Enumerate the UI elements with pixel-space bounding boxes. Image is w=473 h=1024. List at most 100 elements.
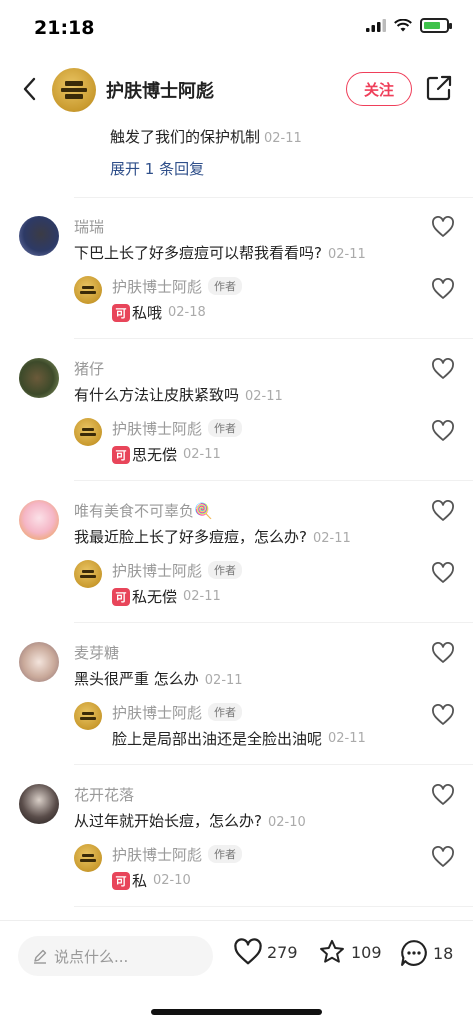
comment-date: 02-10 [267,815,306,830]
like-button[interactable]: 279 [233,938,298,966]
comment-date: 02-11 [312,531,351,546]
emoji-icon: 可 [112,871,130,890]
heart-icon[interactable] [431,704,455,726]
comment-text[interactable]: 我最近脸上长了好多痘痘，怎么办? 02-11 [74,526,351,547]
reply-content: 私无偿 [132,588,178,606]
comment-username[interactable]: 猪仔 [74,358,104,379]
author-reply-avatar[interactable] [74,702,102,730]
battery-icon [420,18,452,33]
comment-text[interactable]: 下巴上长了好多痘痘可以帮我看看吗? 02-11 [74,242,366,263]
comment-username[interactable]: 瑞瑞 [74,216,104,237]
reply-username[interactable]: 护肤博士阿彪 作者 [112,560,243,581]
home-indicator[interactable] [151,1009,322,1015]
status-bar: 21:18 [0,0,473,58]
emoji-icon: 可 [112,303,130,322]
reply-content: 思无偿 [132,446,178,464]
reply-username[interactable]: 护肤博士阿彪 作者 [112,418,243,439]
author-reply-avatar[interactable] [74,276,102,304]
comment-username[interactable]: 麦芽糖 [74,642,119,663]
heart-icon[interactable] [431,562,455,584]
user-avatar[interactable] [19,784,59,824]
reply-date: 02-11 [183,589,221,604]
like-count: 279 [267,942,298,962]
heart-icon[interactable] [431,784,455,806]
author-tag: 作者 [208,277,243,295]
divider [74,622,473,623]
back-button[interactable] [14,72,44,106]
comment-count: 18 [433,943,454,963]
comment-input-placeholder: 说点什么... [54,947,129,966]
comment-content: 黑头很严重 怎么办 [74,670,199,688]
reply-text[interactable]: 可私无偿 02-11 [112,586,221,607]
previous-reply-content: 触发了我们的保护机制 [110,128,261,146]
comment-button[interactable]: 18 [399,938,453,968]
comment-input[interactable]: 说点什么... [18,936,213,976]
heart-icon[interactable] [431,500,455,522]
heart-icon[interactable] [431,420,455,442]
author-name[interactable]: 护肤博士阿彪 [106,77,214,103]
comment-bubble-icon [401,940,427,966]
heart-icon[interactable] [431,358,455,380]
heart-icon[interactable] [431,216,455,238]
reply-username-text: 护肤博士阿彪 [112,704,203,722]
reply-content: 私 [132,872,148,890]
comment-date: 02-11 [245,389,283,404]
emoji-icon: 可 [112,445,130,464]
divider [74,764,473,765]
comment-text[interactable]: 有什么方法让皮肤紧致吗 02-11 [74,384,283,405]
reply-text[interactable]: 可思无偿 02-11 [112,444,221,465]
reply-text[interactable]: 脸上是局部出油还是全脸出油呢 02-11 [112,728,366,749]
comment-username[interactable]: 花开花落 [74,784,134,805]
comment-text[interactable]: 从过年就开始长痘，怎么办? 02-10 [74,810,306,831]
status-time: 21:18 [34,17,95,39]
author-tag: 作者 [208,845,243,863]
comment-date: 02-11 [327,247,366,262]
expand-replies-link[interactable]: 展开 1 条回复 [110,158,204,179]
comment-content: 我最近脸上长了好多痘痘，怎么办? [74,528,307,546]
author-avatar[interactable] [52,68,96,112]
reply-username-text: 护肤博士阿彪 [112,278,203,296]
user-avatar[interactable] [19,500,59,540]
heart-icon[interactable] [431,642,455,664]
user-avatar[interactable] [19,642,59,682]
reply-date: 02-18 [168,305,206,320]
reply-text[interactable]: 可私 02-10 [112,870,191,891]
reply-date: 02-11 [328,731,366,746]
author-tag: 作者 [208,419,243,437]
reply-content: 脸上是局部出油还是全脸出油呢 [112,730,323,748]
reply-username[interactable]: 护肤博士阿彪 作者 [112,276,243,297]
heart-icon[interactable] [431,846,455,868]
heart-icon [234,938,262,965]
reply-date: 02-11 [183,447,221,462]
author-tag: 作者 [208,703,243,721]
reply-text[interactable]: 可私哦 02-18 [112,302,206,323]
divider [74,338,473,339]
star-icon [320,939,344,963]
favorite-button[interactable]: 109 [317,938,382,966]
comment-date: 02-11 [204,673,243,688]
follow-button[interactable]: 关注 [346,72,412,106]
comment-content: 从过年就开始长痘，怎么办? [74,812,262,830]
author-reply-avatar[interactable] [74,418,102,446]
author-reply-avatar[interactable] [74,844,102,872]
share-icon[interactable] [425,74,453,102]
reply-username[interactable]: 护肤博士阿彪 作者 [112,844,243,865]
comment-username[interactable]: 唯有美食不可辜负🍭 [74,500,213,521]
comment-text[interactable]: 黑头很严重 怎么办 02-11 [74,668,243,689]
favorite-count: 109 [351,942,382,962]
previous-reply-date: 02-11 [264,131,302,146]
divider [74,906,473,907]
reply-username[interactable]: 护肤博士阿彪 作者 [112,702,243,723]
divider [74,197,473,198]
top-nav: 护肤博士阿彪 关注 [0,60,473,120]
wifi-icon [394,19,412,32]
heart-icon[interactable] [431,278,455,300]
author-tag: 作者 [208,561,243,579]
chevron-left-icon [23,77,36,101]
author-reply-avatar[interactable] [74,560,102,588]
comment-content: 有什么方法让皮肤紧致吗 [74,386,240,404]
pencil-icon [34,949,47,964]
user-avatar[interactable] [19,216,59,256]
user-avatar[interactable] [19,358,59,398]
emoji-icon: 可 [112,587,130,606]
